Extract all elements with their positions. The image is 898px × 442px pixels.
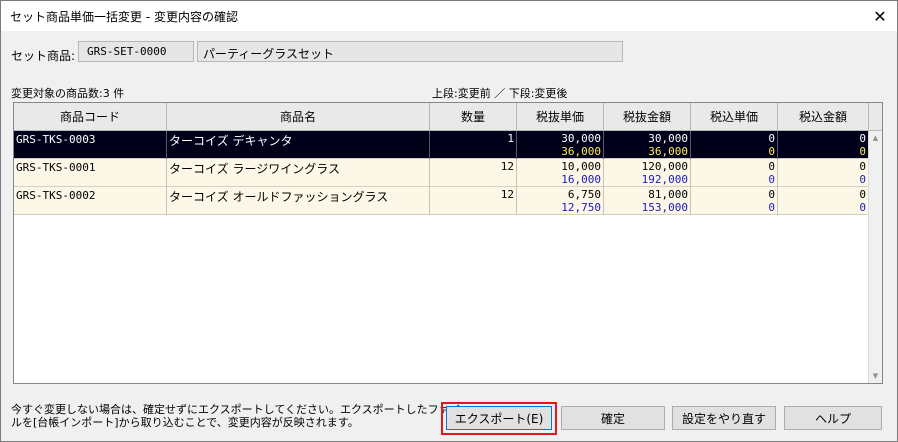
column-header-qty[interactable]: 数量 xyxy=(430,103,517,131)
grid-header: 商品コード 商品名 数量 税抜単価 税抜金額 税込単価 税込金額 xyxy=(14,103,882,131)
cell-tax-incl-amount: 0 0 xyxy=(778,187,869,215)
note-line-1: 今すぐ変更しない場合は、確定せずにエクスポートしてください。エクスポートしたファ… xyxy=(11,403,461,416)
value-after: 0 xyxy=(859,145,866,158)
grid-rows: GRS-TKS-0003 ターコイズ デキャンタ 1 30,000 36,000… xyxy=(14,131,869,215)
qty-value: 1 xyxy=(507,132,514,145)
cell-code: GRS-TKS-0001 xyxy=(14,159,167,187)
cell-tax-incl-unit: 0 0 xyxy=(691,131,778,159)
value-after: 36,000 xyxy=(648,145,688,158)
cell-qty: 1 xyxy=(430,131,517,159)
cell-tax-incl-unit: 0 0 xyxy=(691,159,778,187)
cell-qty: 12 xyxy=(430,187,517,215)
scroll-up-arrow-icon[interactable]: ▲ xyxy=(869,131,882,145)
cell-qty: 12 xyxy=(430,159,517,187)
instruction-note: 今すぐ変更しない場合は、確定せずにエクスポートしてください。エクスポートしたファ… xyxy=(11,403,461,429)
cell-tax-excl-unit: 6,750 12,750 xyxy=(517,187,604,215)
confirm-button[interactable]: 確定 xyxy=(561,406,665,430)
value-before: 30,000 xyxy=(648,132,688,145)
row-legend-label: 上段:変更前 ／ 下段:変更後 xyxy=(432,87,568,100)
column-header-tax-incl-amount[interactable]: 税込金額 xyxy=(778,103,869,131)
value-after: 0 xyxy=(768,145,775,158)
value-before: 6,750 xyxy=(567,188,601,201)
change-list-grid: 商品コード 商品名 数量 税抜単価 税抜金額 税込単価 税込金額 GRS-TKS… xyxy=(13,102,883,384)
column-header-tax-excl-unit[interactable]: 税抜単価 xyxy=(517,103,604,131)
column-header-spacer xyxy=(869,103,882,131)
value-after: 153,000 xyxy=(641,201,688,214)
value-before: 0 xyxy=(768,188,775,201)
cell-code: GRS-TKS-0003 xyxy=(14,131,167,159)
window-title: セット商品単価一括変更 - 変更内容の確認 xyxy=(10,10,238,24)
value-after: 0 xyxy=(768,201,775,214)
value-after: 0 xyxy=(859,173,866,186)
column-header-code[interactable]: 商品コード xyxy=(14,103,167,131)
set-product-label: セット商品: xyxy=(11,49,76,63)
cell-tax-incl-amount: 0 0 xyxy=(778,131,869,159)
value-after: 0 xyxy=(768,173,775,186)
value-before: 30,000 xyxy=(561,132,601,145)
value-after: 192,000 xyxy=(641,173,688,186)
table-row[interactable]: GRS-TKS-0001 ターコイズ ラージワイングラス 12 10,000 1… xyxy=(14,159,869,187)
reset-settings-button[interactable]: 設定をやり直す xyxy=(672,406,776,430)
note-line-2: ルを[台帳インポート]から取り込むことで、変更内容が反映されます。 xyxy=(11,416,359,429)
value-after: 36,000 xyxy=(561,145,601,158)
export-button[interactable]: エクスポート(E) xyxy=(446,406,552,430)
scroll-down-arrow-icon[interactable]: ▼ xyxy=(869,369,882,383)
cell-tax-excl-unit: 10,000 16,000 xyxy=(517,159,604,187)
value-before: 81,000 xyxy=(648,188,688,201)
cell-name: ターコイズ ラージワイングラス xyxy=(167,159,430,187)
target-count-label: 変更対象の商品数:3 件 xyxy=(11,87,125,100)
close-button[interactable]: ✕ xyxy=(863,1,897,31)
qty-value: 12 xyxy=(500,188,514,201)
value-after: 16,000 xyxy=(561,173,601,186)
value-after: 12,750 xyxy=(561,201,601,214)
cell-tax-excl-amount: 120,000 192,000 xyxy=(604,159,691,187)
close-icon: ✕ xyxy=(873,6,887,26)
value-before: 10,000 xyxy=(561,160,601,173)
value-before: 0 xyxy=(768,160,775,173)
table-row[interactable]: GRS-TKS-0003 ターコイズ デキャンタ 1 30,000 36,000… xyxy=(14,131,869,159)
set-product-code-field: GRS-SET-0000 xyxy=(78,41,194,62)
value-before: 0 xyxy=(859,160,866,173)
title-bar: セット商品単価一括変更 - 変更内容の確認 ✕ xyxy=(1,1,897,31)
table-row[interactable]: GRS-TKS-0002 ターコイズ オールドファッショングラス 12 6,75… xyxy=(14,187,869,215)
dialog-window: セット商品単価一括変更 - 変更内容の確認 ✕ セット商品: GRS-SET-0… xyxy=(0,0,898,442)
cell-name: ターコイズ オールドファッショングラス xyxy=(167,187,430,215)
value-before: 0 xyxy=(859,132,866,145)
qty-value: 12 xyxy=(500,160,514,173)
value-after: 0 xyxy=(859,201,866,214)
value-before: 0 xyxy=(859,188,866,201)
cell-name: ターコイズ デキャンタ xyxy=(167,131,430,159)
cell-tax-incl-unit: 0 0 xyxy=(691,187,778,215)
value-before: 0 xyxy=(768,132,775,145)
cell-tax-excl-amount: 81,000 153,000 xyxy=(604,187,691,215)
column-header-name[interactable]: 商品名 xyxy=(167,103,430,131)
cell-tax-incl-amount: 0 0 xyxy=(778,159,869,187)
cell-tax-excl-unit: 30,000 36,000 xyxy=(517,131,604,159)
cell-code: GRS-TKS-0002 xyxy=(14,187,167,215)
value-before: 120,000 xyxy=(641,160,688,173)
vertical-scrollbar[interactable]: ▲ ▼ xyxy=(868,131,882,383)
column-header-tax-incl-unit[interactable]: 税込単価 xyxy=(691,103,778,131)
cell-tax-excl-amount: 30,000 36,000 xyxy=(604,131,691,159)
set-product-name-field: パーティーグラスセット xyxy=(197,41,623,62)
column-header-tax-excl-amount[interactable]: 税抜金額 xyxy=(604,103,691,131)
help-button[interactable]: ヘルプ xyxy=(784,406,882,430)
